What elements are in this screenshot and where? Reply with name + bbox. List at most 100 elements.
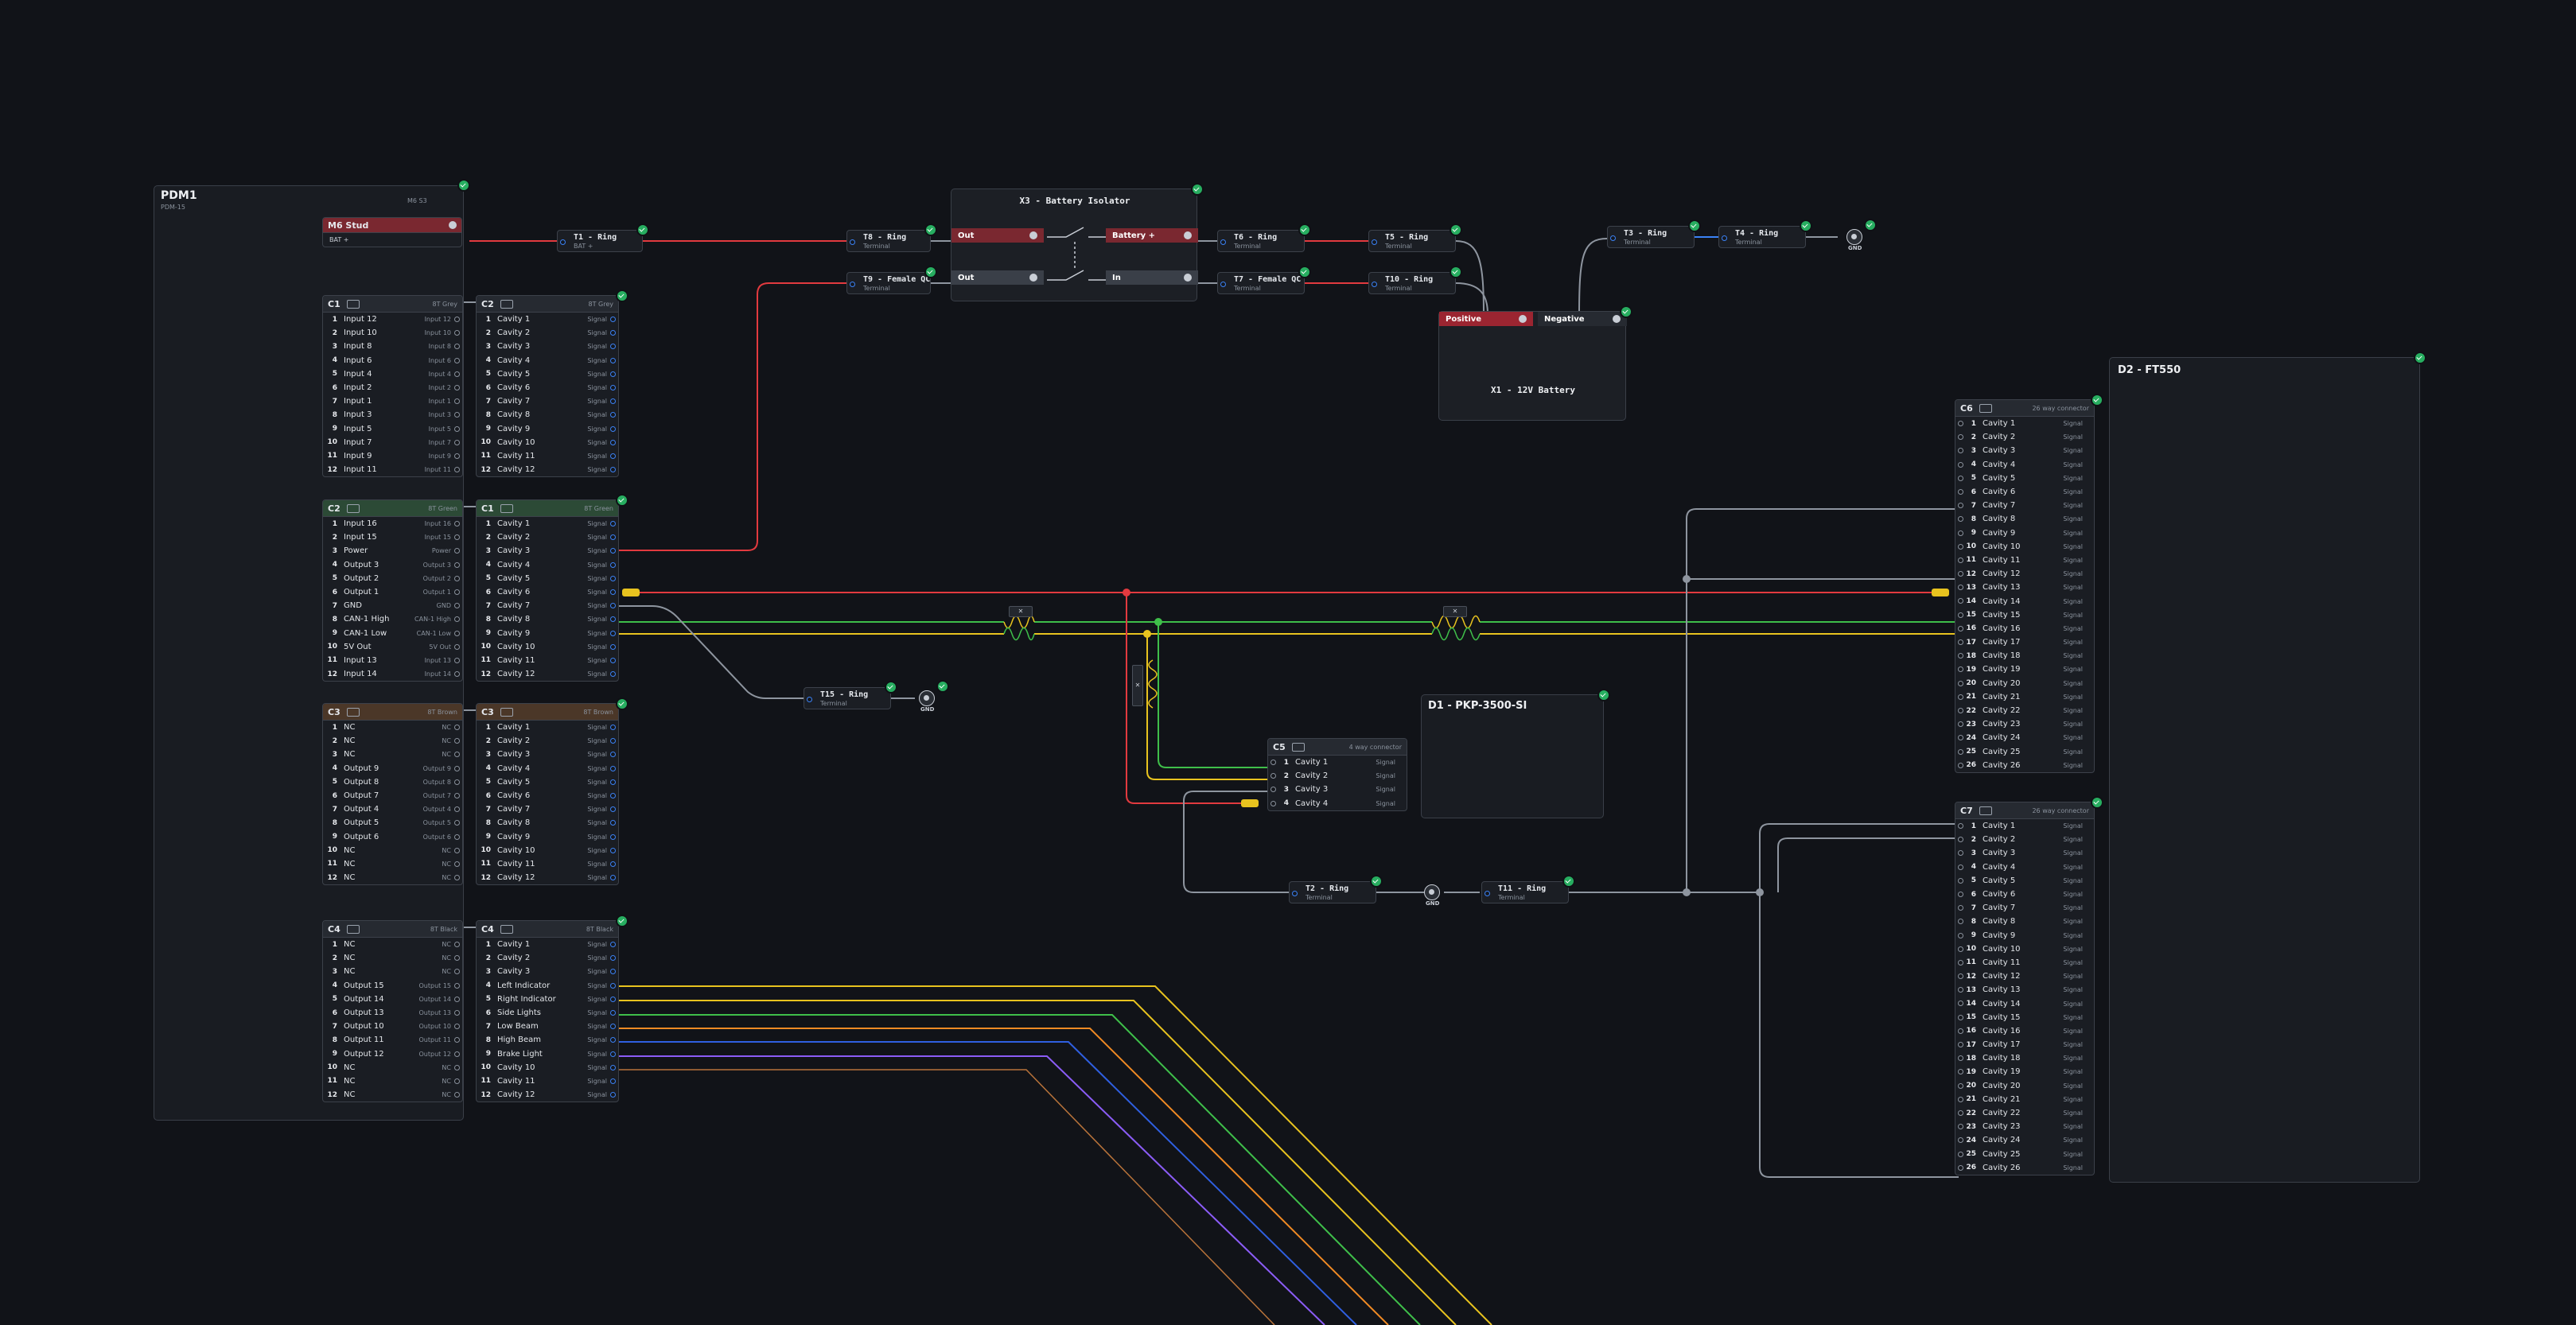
connector-pdm-c2[interactable]: C2 8T Green 1 Input 16 Input 16 2 Input 15 Inpu…: [322, 499, 463, 682]
splice-marker-3[interactable]: ✕: [1132, 665, 1143, 706]
junction-gnd-1[interactable]: [1683, 575, 1691, 583]
connector-pdm-c4[interactable]: C4 8T Black 1 NC NC 2 NC NC 3 NC NC 4 Output 15 Outpu…: [322, 920, 463, 1103]
wire-bus-c7-2[interactable]: [1777, 837, 1959, 892]
terminal-pin[interactable]: [1372, 239, 1377, 245]
connector-header[interactable]: C1 8T Grey: [323, 296, 462, 313]
pin-row[interactable]: 9 Cavity 9 Signal: [1955, 929, 2094, 942]
pin-row[interactable]: 11 Cavity 11 Signal: [1955, 554, 2094, 567]
pin-row[interactable]: 11 Cavity 11 Signal: [477, 857, 618, 871]
pin-handle[interactable]: [454, 996, 460, 1002]
pin-row[interactable]: 5 Input 4 Input 4: [323, 367, 462, 381]
pin-row[interactable]: 2 Cavity 2 Signal: [477, 951, 618, 965]
pin-handle[interactable]: [454, 1051, 460, 1057]
pin-handle[interactable]: [454, 439, 460, 445]
terminal-pin[interactable]: [850, 282, 855, 287]
pin-row[interactable]: 12 Cavity 12 Signal: [477, 667, 618, 681]
pin-row[interactable]: 4 Output 15 Output 15: [323, 979, 462, 993]
pin-row[interactable]: 26 Cavity 26 Signal: [1955, 1161, 2094, 1175]
pin-handle[interactable]: [610, 589, 616, 595]
pin-handle[interactable]: [610, 1037, 616, 1043]
wire-left-indicator[interactable]: [619, 985, 1492, 1325]
pin-handle[interactable]: [1958, 1082, 1963, 1089]
pin-row[interactable]: 23 Cavity 23 Signal: [1955, 1120, 2094, 1133]
splice-marker-1[interactable]: ✕: [1009, 606, 1033, 617]
pin-handle[interactable]: [454, 1092, 460, 1098]
pin-handle[interactable]: [454, 765, 460, 771]
connector-mate-c2[interactable]: C2 8T Grey 1 Cavity 1 Signal 2 Cavity 2 Signal 3…: [476, 295, 619, 478]
pin-handle[interactable]: [610, 467, 616, 473]
pin-row[interactable]: 3 Cavity 3 Signal: [477, 965, 618, 978]
pin-handle[interactable]: [610, 861, 616, 867]
pin-row[interactable]: 2 Cavity 2 Signal: [1955, 430, 2094, 444]
pin-handle[interactable]: [610, 453, 616, 459]
pin-handle[interactable]: [610, 982, 616, 989]
pin-row[interactable]: 4 Output 9 Output 9: [323, 762, 462, 775]
pin-handle[interactable]: [610, 344, 616, 350]
pin-handle[interactable]: [454, 1064, 460, 1070]
pin-row[interactable]: 6 Cavity 6 Signal: [477, 585, 618, 599]
pin-row[interactable]: 14 Cavity 14 Signal: [1955, 997, 2094, 1010]
pin-handle[interactable]: [1270, 800, 1276, 806]
pin-row[interactable]: 3 Input 8 Input 8: [323, 340, 462, 353]
link-icon[interactable]: [1184, 274, 1192, 282]
pin-row[interactable]: 2 Input 10 Input 10: [323, 326, 462, 340]
pin-handle[interactable]: [454, 371, 460, 377]
pin-handle[interactable]: [1958, 1014, 1963, 1020]
pin-row[interactable]: 7 Cavity 7 Signal: [477, 599, 618, 612]
pin-handle[interactable]: [454, 589, 460, 595]
junction-gnd-3[interactable]: [1756, 888, 1764, 896]
pin-handle[interactable]: [1958, 530, 1963, 536]
terminal-pin[interactable]: [560, 239, 566, 245]
pin-row[interactable]: 4 Cavity 4 Signal: [1955, 861, 2094, 874]
pin-row[interactable]: 5 Output 14 Output 14: [323, 993, 462, 1006]
pin-handle[interactable]: [1958, 543, 1963, 550]
pin-handle[interactable]: [454, 534, 460, 541]
pin-handle[interactable]: [610, 671, 616, 678]
pin-row[interactable]: 10 NC NC: [323, 844, 462, 857]
pin-handle[interactable]: [610, 1092, 616, 1098]
pin-row[interactable]: 10 Cavity 10 Signal: [477, 436, 618, 449]
pin-handle[interactable]: [610, 1009, 616, 1016]
pin-row[interactable]: 12 Cavity 12 Signal: [1955, 567, 2094, 581]
pin-row[interactable]: 5 Cavity 5 Signal: [1955, 472, 2094, 485]
wire-c1-3-t9[interactable]: [619, 282, 846, 551]
terminal-t6[interactable]: T6 - Ring Terminal: [1217, 230, 1305, 252]
pin-row[interactable]: 2 NC NC: [323, 951, 462, 965]
pin-row[interactable]: 3 Cavity 3 Signal: [477, 544, 618, 558]
junction-gnd-2[interactable]: [1683, 888, 1691, 896]
terminal-t5[interactable]: T5 - Ring Terminal: [1368, 230, 1456, 252]
pin-row[interactable]: 1 Cavity 1 Signal: [477, 721, 618, 734]
pin-row[interactable]: 20 Cavity 20 Signal: [1955, 1079, 2094, 1093]
junction-green[interactable]: [1154, 618, 1162, 626]
pin-handle[interactable]: [454, 453, 460, 459]
connector-mate-c3[interactable]: C3 8T Brown 1 Cavity 1 Signal 2 Cavity 2 Signal…: [476, 703, 619, 886]
pin-handle[interactable]: [1958, 932, 1963, 938]
ground-symbol-2[interactable]: [919, 690, 935, 706]
pin-row[interactable]: 1 Cavity 1 Signal: [1268, 756, 1407, 769]
pin-handle[interactable]: [610, 548, 616, 554]
pin-handle[interactable]: [454, 820, 460, 826]
pin-row[interactable]: 9 Cavity 9 Signal: [477, 627, 618, 640]
pin-row[interactable]: 17 Cavity 17 Signal: [1955, 1038, 2094, 1051]
pin-handle[interactable]: [610, 630, 616, 636]
connector-mate-c4[interactable]: C4 8T Black 1 Cavity 1 Signal 2 Cavity 2 Signal…: [476, 920, 619, 1103]
wire-t5-positive[interactable]: [1455, 240, 1485, 315]
pin-handle[interactable]: [454, 398, 460, 405]
battery-x1[interactable]: Positive Negative X1 - 12V Battery: [1438, 311, 1627, 421]
terminal-t2[interactable]: T2 - Ring Terminal: [1289, 881, 1376, 903]
pin-row[interactable]: 5 Cavity 5 Signal: [477, 367, 618, 381]
connector-header[interactable]: C6 26 way connector: [1955, 400, 2094, 417]
isolator-out-2[interactable]: Out: [951, 270, 1044, 285]
pin-handle[interactable]: [1958, 625, 1963, 631]
pin-row[interactable]: 9 Brake Light Signal: [477, 1047, 618, 1061]
pin-row[interactable]: 7 Cavity 7 Signal: [477, 802, 618, 816]
pin-row[interactable]: 13 Cavity 13 Signal: [1955, 581, 2094, 594]
connector-mate-c1[interactable]: C1 8T Green 1 Cavity 1 Signal 2 Cavity 2 Signal…: [476, 499, 619, 682]
terminal-pin[interactable]: [1372, 282, 1377, 287]
pin-handle[interactable]: [454, 792, 460, 798]
pin-row[interactable]: 4 Left Indicator Signal: [477, 979, 618, 993]
pin-handle[interactable]: [1958, 475, 1963, 481]
terminal-t1[interactable]: T1 - Ring BAT +: [557, 230, 643, 252]
terminal-t4[interactable]: T4 - Ring Terminal: [1718, 226, 1806, 248]
pin-row[interactable]: 18 Cavity 18 Signal: [1955, 1051, 2094, 1065]
